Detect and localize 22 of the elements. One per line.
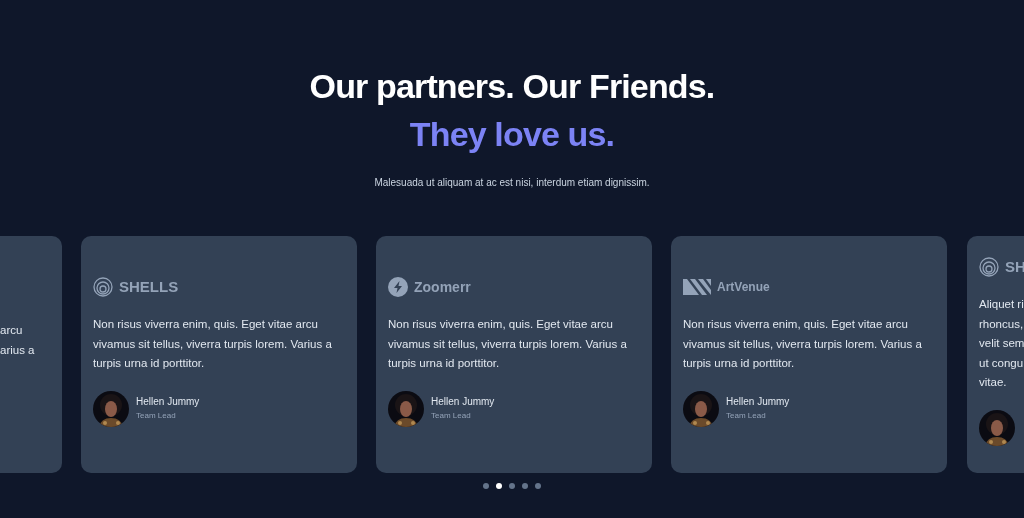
author-name: Hellen Jummy bbox=[726, 396, 790, 408]
quote-text: Non risus viverra enim, quis. Eget vitae arcu vivamus sit tellus, viverra turpis lorem. Varius a turpis urna id porttitor. bbox=[388, 317, 628, 371]
author-role: Team Lead bbox=[726, 411, 767, 421]
partner-logo-name: SH bbox=[1005, 256, 1024, 277]
author-name: Hellen Jummy bbox=[136, 396, 200, 408]
subtitle: Malesuada ut aliquam at ac est nisi, interdum etiam dignissim. bbox=[374, 176, 650, 190]
quote-text: Non risus viverra enim, quis. Eget vitae arcu vivamus sit tellus, viverra turpis lorem. Varius a turpis urna id porttitor. bbox=[93, 317, 333, 371]
spiral-logo-icon bbox=[979, 257, 999, 277]
quote-text: Non risus viverra enim, quis. Eget vitae arcu vivamus sit tellus, viverra turpis lorem. Varius a turpis urna id porttitor. bbox=[683, 317, 923, 371]
bolt-logo-icon bbox=[388, 277, 408, 297]
author-role: Team Lead bbox=[431, 411, 472, 421]
partner-logo-name: Zoomerr bbox=[414, 277, 471, 297]
heading-highlight: They love us. bbox=[409, 114, 615, 154]
partner-logo-name: SHELLS bbox=[119, 276, 179, 297]
heading-title: Our partners. Our Friends. bbox=[309, 66, 715, 106]
author-name: Hellen Jummy bbox=[431, 396, 495, 408]
partner-logo-name: ArtVenue bbox=[717, 279, 770, 296]
spiral-logo-icon bbox=[93, 277, 113, 297]
quote-text: Aliquet ri rhoncus, velit sem ut congu vitae. bbox=[979, 297, 1024, 390]
author-role: Team Lead bbox=[136, 411, 177, 421]
stripes-logo-icon bbox=[683, 279, 711, 295]
quote-text: arcu arius a bbox=[0, 323, 36, 358]
